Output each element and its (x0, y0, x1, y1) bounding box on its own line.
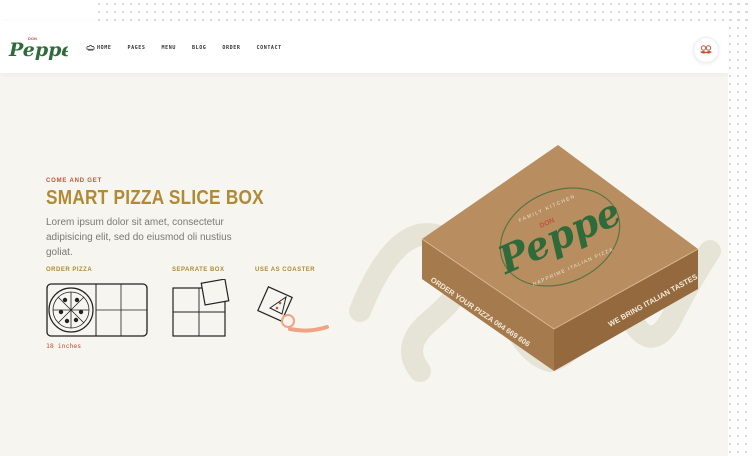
nav-item-pages[interactable]: PAGES (127, 45, 145, 51)
site-logo[interactable]: Peppe DON (6, 31, 74, 65)
logo-badge: DON (28, 36, 37, 41)
nav-item-label: MENU (161, 45, 176, 51)
mustache-icon (700, 45, 712, 54)
hero-title: SMART PIZZA SLICE BOX (46, 187, 264, 209)
nav-item-label: ORDER (222, 45, 241, 51)
main-nav: HOME PAGES MENU BLOG ORDER CONTACT (86, 45, 282, 51)
pizza-slice-icon (269, 295, 287, 315)
separate-box-illustration (172, 279, 230, 337)
order-pizza-illustration (46, 283, 148, 337)
nav-item-label: BLOG (191, 45, 207, 51)
nav-item-home[interactable]: HOME (86, 45, 111, 51)
pizza-box-mockup: FAMILY KITCHEN DON Peppe NAPPRIME ITALIA… (421, 145, 699, 371)
nav-item-menu[interactable]: MENU (162, 45, 176, 51)
dotted-pattern-top (95, 0, 752, 22)
nav-item-label: PAGES (127, 45, 146, 51)
hero-description: Lorem ipsum dolor sit amet, consectetur … (46, 217, 232, 258)
page-frame: Peppe DON HOME PAGES MENU BLOG ORDER CON… (0, 21, 728, 456)
nav-item-label: HOME (97, 45, 112, 51)
pizza-icon (48, 287, 94, 333)
nav-item-contact[interactable]: CONTACT (256, 45, 281, 51)
logo-wordmark: Peppe (8, 39, 68, 61)
nav-item-blog[interactable]: BLOG (192, 45, 206, 51)
nav-item-order[interactable]: ORDER (222, 45, 240, 51)
cart-button[interactable] (693, 37, 719, 63)
chef-hat-icon (86, 45, 95, 51)
hero-eyebrow: COME AND GET (46, 178, 103, 184)
size-note: 18 inches (46, 342, 82, 350)
feature-label-order-pizza: ORDER PIZZA (46, 267, 93, 273)
feature-label-use-as-coaster: USE AS COASTER (255, 267, 316, 273)
feature-label-separate-box: SEPARATE BOX (172, 267, 225, 273)
coaster-illustration (257, 286, 329, 333)
site-header: Peppe DON HOME PAGES MENU BLOG ORDER CON… (0, 21, 728, 73)
nav-item-label: CONTACT (256, 45, 282, 51)
